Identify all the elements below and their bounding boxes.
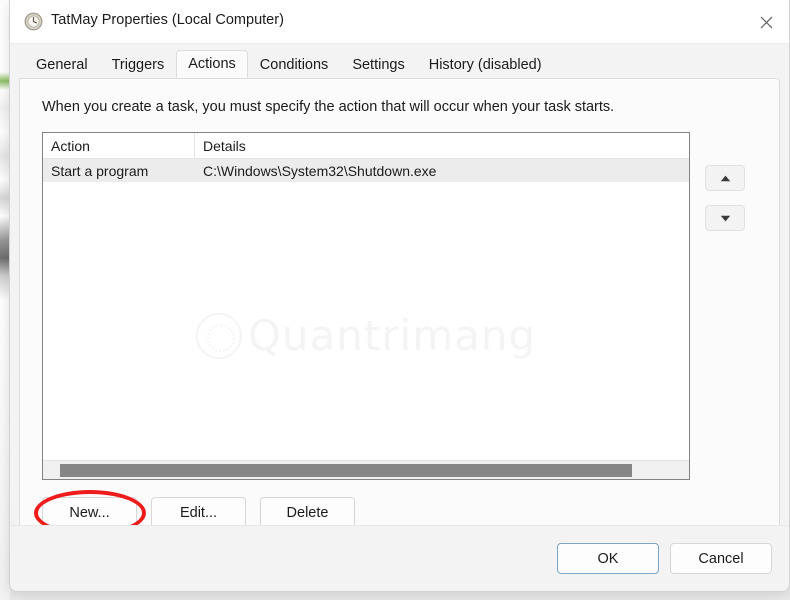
title-bar: TatMay Properties (Local Computer) (10, 0, 789, 44)
edit-button[interactable]: Edit... (151, 497, 246, 528)
cell-details: C:\Windows\System32\Shutdown.exe (203, 162, 437, 179)
ok-button[interactable]: OK (557, 543, 659, 574)
tab-triggers[interactable]: Triggers (100, 50, 177, 78)
tab-label: Actions (188, 56, 236, 72)
list-header-row: Action Details (43, 133, 689, 159)
window-title: TatMay Properties (Local Computer) (51, 12, 284, 28)
column-header-action[interactable]: Action (43, 133, 195, 159)
column-header-details[interactable]: Details (195, 133, 689, 159)
tab-label: Triggers (111, 56, 165, 73)
page-description: When you create a task, you must specify… (42, 99, 615, 115)
actions-tab-page: When you create a task, you must specify… (19, 78, 780, 556)
watermark-text: Quantrimang (247, 311, 537, 360)
tab-strip: General Triggers Actions Conditions Sett… (10, 50, 789, 78)
delete-button[interactable]: Delete (260, 497, 355, 528)
tab-label: Conditions (259, 56, 329, 73)
tab-history[interactable]: History (disabled) (417, 50, 554, 78)
tab-label: Settings (352, 56, 405, 73)
tab-label: General (36, 56, 88, 73)
list-rows: Start a program C:\Windows\System32\Shut… (43, 159, 689, 182)
cancel-button[interactable]: Cancel (670, 543, 772, 574)
close-icon[interactable] (743, 0, 789, 44)
watermark-logo-icon (195, 312, 242, 359)
tab-settings[interactable]: Settings (340, 50, 416, 78)
tab-general[interactable]: General (24, 50, 100, 78)
actions-list[interactable]: Action Details Start a program C:\Window… (42, 132, 690, 480)
horizontal-scrollbar[interactable] (43, 460, 689, 479)
table-row[interactable]: Start a program C:\Windows\System32\Shut… (43, 159, 689, 182)
move-up-button[interactable] (705, 165, 745, 191)
tab-actions[interactable]: Actions (176, 50, 248, 78)
clock-icon (24, 12, 43, 31)
chevron-up-icon (720, 175, 730, 181)
dialog-footer: OK Cancel (10, 525, 789, 591)
move-down-button[interactable] (705, 205, 745, 231)
tab-label: History (disabled) (428, 56, 542, 73)
cell-action: Start a program (51, 162, 149, 179)
watermark: Quantrimang (195, 311, 537, 360)
task-properties-dialog: TatMay Properties (Local Computer) Gener… (9, 0, 790, 592)
scrollbar-thumb[interactable] (60, 464, 632, 477)
new-button[interactable]: New... (42, 497, 137, 528)
chevron-down-icon (720, 215, 730, 221)
tab-conditions[interactable]: Conditions (248, 50, 341, 78)
